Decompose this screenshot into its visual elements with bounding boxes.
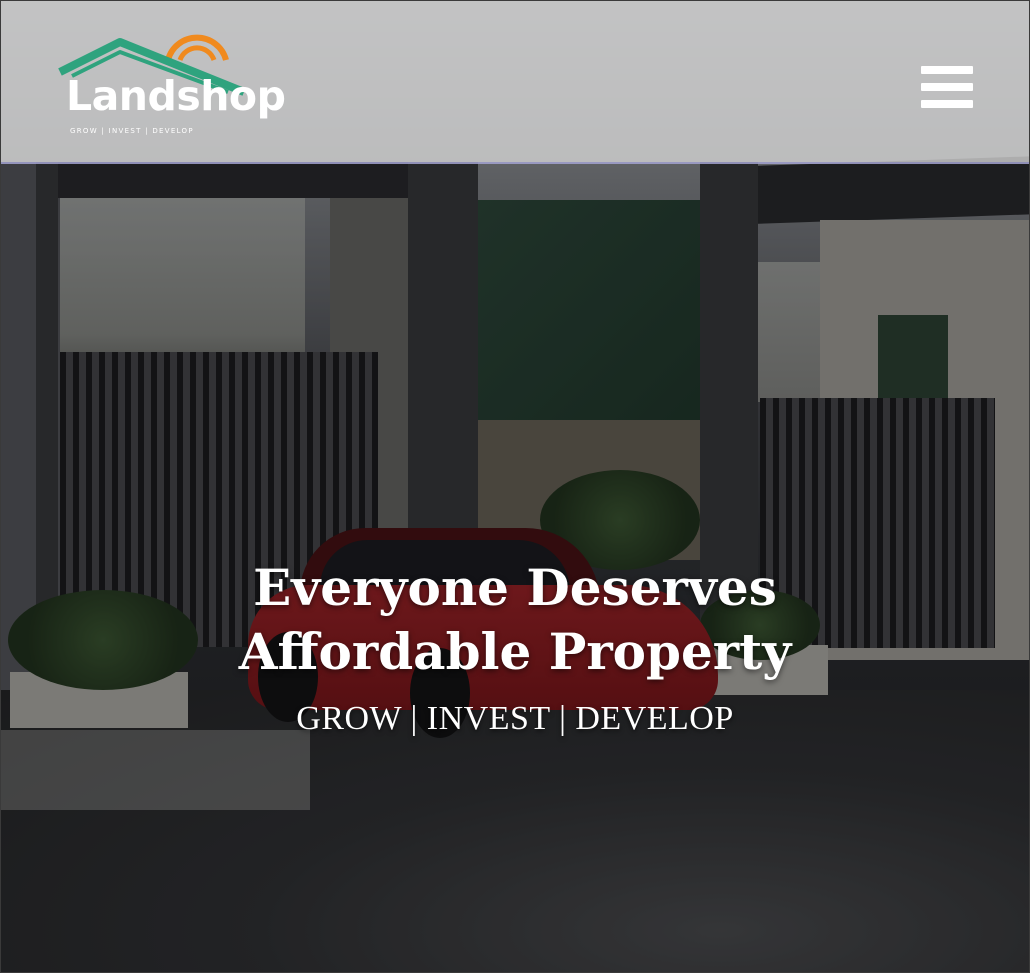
menu-bar — [921, 100, 973, 108]
page: Landshop GROW | INVEST | DEVELOP Everyon… — [0, 0, 1030, 973]
logo-wordmark: Landshop — [66, 72, 286, 120]
menu-bar — [921, 83, 973, 91]
logo-tagline: GROW | INVEST | DEVELOP — [70, 127, 194, 135]
menu-bar — [921, 66, 973, 74]
site-header: Landshop GROW | INVEST | DEVELOP — [0, 0, 1030, 164]
hero-headline: Everyone Deserves Affordable Property — [238, 558, 792, 681]
hamburger-menu-icon[interactable] — [917, 62, 979, 112]
hero-tagline: GROW | INVEST | DEVELOP — [296, 700, 734, 737]
